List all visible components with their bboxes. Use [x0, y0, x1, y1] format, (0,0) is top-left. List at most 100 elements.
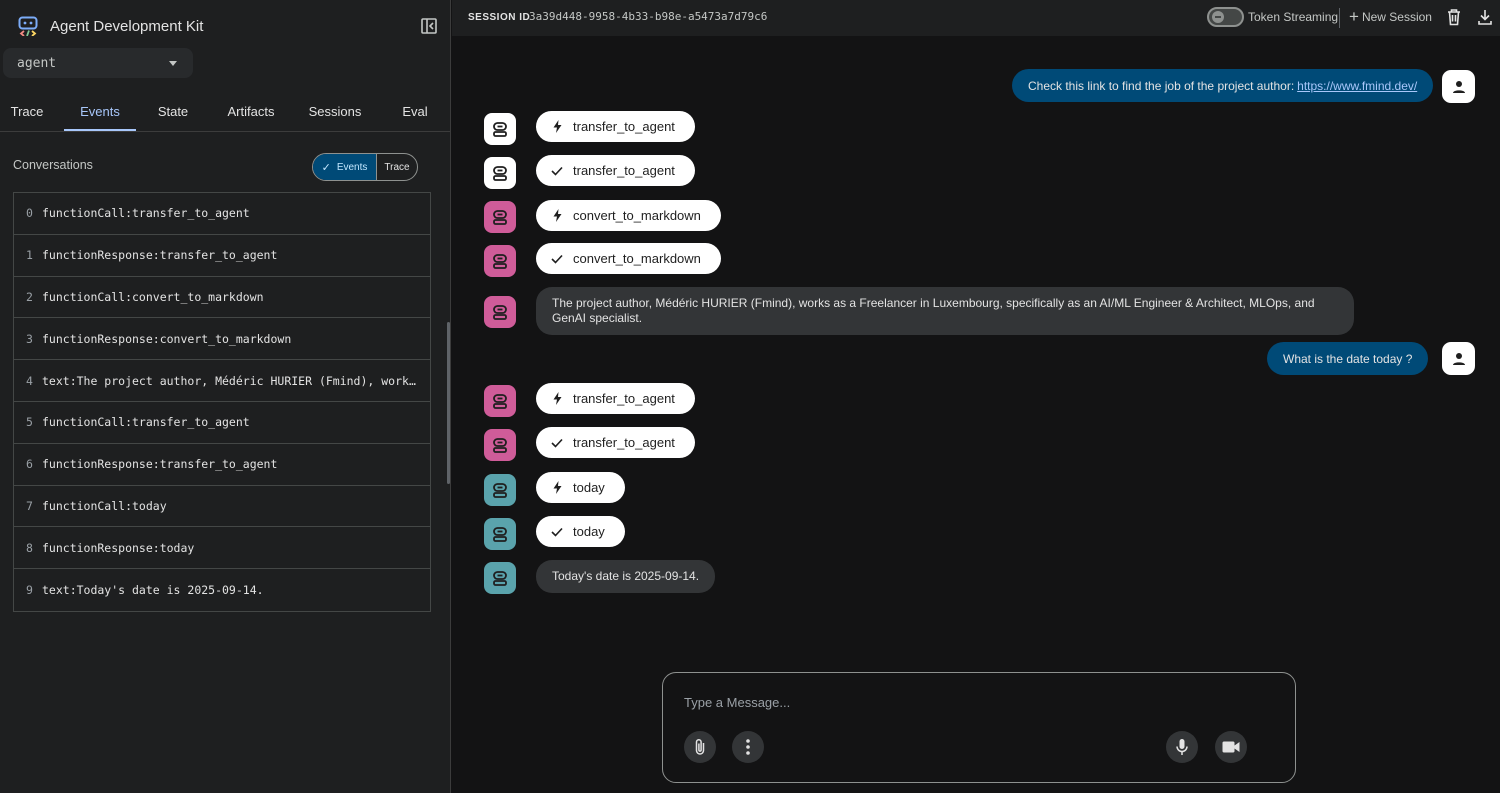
- event-row[interactable]: 7 functionCall:today: [14, 486, 430, 528]
- event-index: 5: [26, 415, 33, 430]
- event-row[interactable]: 4 text:The project author, Médéric HURIER…: [14, 360, 430, 402]
- bolt-icon: [553, 120, 561, 133]
- divider: [1339, 8, 1340, 28]
- agent-message: Today's date is 2025-09-14.: [536, 560, 716, 593]
- function-call-chip[interactable]: transfer_to_agent: [536, 111, 695, 142]
- event-text: text:Today's date is 2025-09-14.: [42, 583, 264, 598]
- event-row[interactable]: 2 functionCall:convert_to_markdown: [14, 277, 430, 319]
- app-title: Agent Development Kit: [50, 17, 204, 35]
- bolt-icon: [553, 481, 561, 494]
- person-icon: [1452, 80, 1465, 93]
- tab-sessions[interactable]: Sessions: [302, 96, 368, 131]
- person-icon: [1452, 352, 1465, 365]
- event-list: 0 functionCall:transfer_to_agent 1 function…: [13, 192, 431, 612]
- event-text: functionCall:convert_to_markdown: [42, 289, 264, 304]
- event-text: functionResponse:transfer_to_agent: [42, 457, 278, 472]
- event-row[interactable]: 6 functionResponse:transfer_to_agent: [14, 444, 430, 486]
- chip-label: convert_to_markdown: [573, 208, 701, 223]
- event-text: functionCall:today: [42, 498, 167, 513]
- more-options-button[interactable]: [732, 731, 764, 763]
- tab-artifacts[interactable]: Artifacts: [218, 96, 284, 131]
- check-icon-wrap: [551, 253, 563, 265]
- user-avatar: [1442, 342, 1475, 375]
- event-row[interactable]: 3 functionResponse:convert_to_markdown: [14, 318, 430, 361]
- bolt-icon-wrap: [551, 481, 563, 494]
- delete-icon[interactable]: [1446, 8, 1462, 26]
- scrollbar[interactable]: [447, 322, 450, 484]
- toggle-events[interactable]: ✓ Events: [313, 154, 377, 180]
- chip-label: today: [573, 524, 605, 539]
- session-id-value: 3a39d448-9958-4b33-b98e-a5473a7d79c6: [529, 10, 768, 23]
- agent-robot-icon: [493, 122, 507, 137]
- bolt-icon-wrap: [551, 120, 563, 133]
- check-icon: [551, 527, 563, 537]
- event-index: 0: [26, 206, 33, 221]
- agent-avatar: [484, 296, 516, 328]
- event-text: functionCall:transfer_to_agent: [42, 206, 250, 221]
- agent-dropdown[interactable]: agent: [3, 48, 193, 78]
- agent-avatar: [484, 201, 516, 233]
- chip-label: today: [573, 480, 605, 495]
- video-button[interactable]: [1215, 731, 1247, 763]
- message-composer: [662, 672, 1296, 783]
- event-row[interactable]: 9 text:Today's date is 2025-09-14.: [14, 569, 430, 611]
- tab-eval[interactable]: Eval: [396, 96, 434, 131]
- agent-avatar: [484, 474, 516, 506]
- user-avatar: [1442, 70, 1475, 103]
- agent-robot-icon: [493, 210, 507, 225]
- agent-message: The project author, Médéric HURIER (Fmin…: [536, 287, 1354, 335]
- event-index: 8: [26, 540, 33, 555]
- paperclip-icon: [695, 738, 705, 755]
- event-text: functionCall:transfer_to_agent: [42, 415, 250, 430]
- function-response-chip[interactable]: transfer_to_agent: [536, 155, 695, 186]
- agent-avatar: [484, 429, 516, 461]
- check-icon-wrap: [551, 165, 563, 177]
- agent-robot-icon: [493, 438, 507, 453]
- attach-button[interactable]: [684, 731, 716, 763]
- check-icon-wrap: [551, 526, 563, 538]
- event-row[interactable]: 0 functionCall:transfer_to_agent: [14, 193, 430, 235]
- download-icon[interactable]: [1477, 8, 1493, 26]
- new-session-button[interactable]: + New Session: [1349, 8, 1432, 25]
- agent-robot-icon: [493, 483, 507, 498]
- message-input[interactable]: [684, 691, 1264, 713]
- event-index: 3: [26, 331, 33, 346]
- fmind-link[interactable]: https://www.fmind.dev/: [1297, 79, 1417, 93]
- event-index: 7: [26, 498, 33, 513]
- check-icon: [551, 254, 563, 264]
- panel-tabs: Trace Events State Artifacts Sessions Ev…: [0, 96, 450, 132]
- new-session-label: New Session: [1361, 10, 1432, 24]
- user-message: Check this link to find the job of the p…: [1012, 69, 1434, 102]
- chip-label: convert_to_markdown: [573, 251, 701, 266]
- videocam-icon: [1222, 741, 1240, 753]
- agent-avatar: [484, 385, 516, 417]
- side-panel: Agent Development Kit agent Trace Events…: [0, 0, 451, 793]
- tab-state[interactable]: State: [148, 96, 198, 131]
- function-response-chip[interactable]: convert_to_markdown: [536, 243, 721, 274]
- adk-logo-icon: [18, 16, 38, 36]
- chip-label: transfer_to_agent: [573, 435, 675, 450]
- event-row[interactable]: 1 functionResponse:transfer_to_agent: [14, 235, 430, 277]
- function-response-chip[interactable]: transfer_to_agent: [536, 427, 695, 458]
- chip-label: transfer_to_agent: [573, 391, 675, 406]
- bolt-icon-wrap: [551, 392, 563, 405]
- more-vert-icon: [746, 739, 750, 755]
- microphone-button[interactable]: [1166, 731, 1198, 763]
- event-text: text:The project author, Médéric HURIER …: [42, 373, 430, 388]
- event-index: 9: [26, 583, 33, 598]
- collapse-panel-icon[interactable]: [419, 16, 439, 36]
- tab-events[interactable]: Events: [64, 96, 136, 131]
- check-icon-wrap: [551, 437, 563, 449]
- function-call-chip[interactable]: transfer_to_agent: [536, 383, 695, 414]
- function-call-chip[interactable]: convert_to_markdown: [536, 200, 721, 231]
- agent-avatar: [484, 245, 516, 277]
- function-response-chip[interactable]: today: [536, 516, 625, 547]
- function-call-chip[interactable]: today: [536, 472, 625, 503]
- user-message-text: Check this link to find the job of the p…: [1028, 78, 1295, 93]
- event-row[interactable]: 8 functionResponse:today: [14, 527, 430, 570]
- tab-trace[interactable]: Trace: [0, 96, 54, 131]
- toggle-trace[interactable]: Trace: [377, 154, 417, 180]
- token-streaming-toggle[interactable]: [1207, 7, 1244, 27]
- chip-label: transfer_to_agent: [573, 119, 675, 134]
- event-row[interactable]: 5 functionCall:transfer_to_agent: [14, 402, 430, 444]
